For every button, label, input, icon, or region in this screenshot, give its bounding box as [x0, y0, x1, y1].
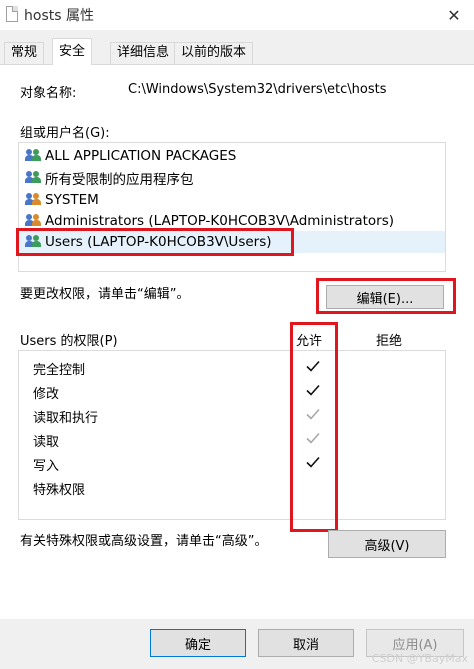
tab-bar: 常规 安全 详细信息 以前的版本	[0, 38, 474, 65]
change-hint: 要更改权限，请单击“编辑”。	[20, 287, 190, 302]
permission-name: 修改	[33, 387, 60, 402]
tab-general[interactable]: 常规	[4, 42, 45, 64]
object-name-label: 对象名称:	[20, 86, 77, 101]
list-item[interactable]: ALL APPLICATION PACKAGES	[25, 145, 236, 167]
list-item-label: SYSTEM	[45, 192, 99, 208]
permission-name: 特殊权限	[33, 483, 86, 498]
group-icon	[25, 214, 41, 228]
watermark: CSDN @YBayMax	[371, 652, 468, 665]
tab-security[interactable]: 安全	[52, 38, 93, 65]
advanced-button[interactable]: 高级(V)	[328, 530, 446, 558]
list-item-label: Administrators (LAPTOP-K0HCOB3V\Administ…	[45, 213, 395, 229]
list-item-label: 所有受限制的应用程序包	[45, 172, 194, 188]
list-item[interactable]: SYSTEM	[25, 189, 99, 211]
highlight-box-users	[16, 228, 294, 256]
groups-label: 组或用户名(G):	[20, 126, 110, 141]
permissions-list: 完全控制 修改 读取和执行 读取 写入 特殊权限	[18, 350, 446, 520]
deny-column-header: 拒绝	[376, 334, 403, 349]
object-name-value: C:\Windows\System32\drivers\etc\hosts	[128, 82, 387, 97]
ok-button[interactable]: 确定	[150, 629, 246, 657]
permissions-header: Users 的权限(P)	[20, 334, 118, 349]
close-button[interactable]: ✕	[434, 0, 474, 30]
highlight-box-allow	[290, 322, 338, 532]
permission-name: 写入	[33, 459, 60, 474]
permission-name: 读取	[33, 435, 60, 450]
cancel-button[interactable]: 取消	[258, 629, 354, 657]
list-item[interactable]: 所有受限制的应用程序包	[25, 167, 194, 189]
footer-bar: 确定 取消 应用(A) CSDN @YBayMax	[0, 619, 474, 669]
tab-details[interactable]: 详细信息	[110, 42, 177, 64]
window-title: hosts 属性	[24, 8, 94, 24]
permission-name: 读取和执行	[33, 411, 99, 426]
group-icon	[25, 193, 41, 207]
tab-previous-versions[interactable]: 以前的版本	[174, 42, 254, 64]
highlight-box-edit	[316, 278, 456, 314]
group-icon	[25, 149, 41, 163]
list-item-label: ALL APPLICATION PACKAGES	[45, 148, 237, 164]
file-icon	[6, 6, 18, 22]
advanced-hint: 有关特殊权限或高级设置，请单击“高级”。	[20, 534, 268, 549]
title-bar: hosts 属性 ✕	[0, 0, 474, 30]
permission-name: 完全控制	[33, 363, 86, 378]
group-icon	[25, 171, 41, 185]
